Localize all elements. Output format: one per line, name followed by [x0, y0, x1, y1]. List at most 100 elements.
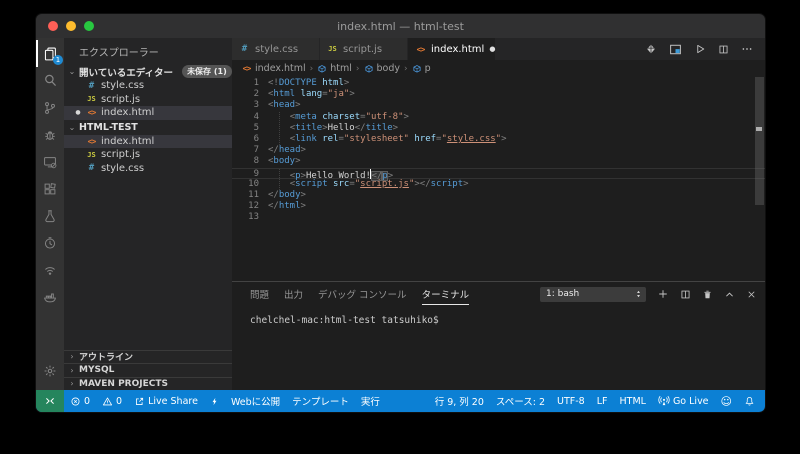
open-in-browser-button[interactable]: [669, 43, 682, 56]
activity-live-signal[interactable]: [36, 256, 64, 283]
sidebar-section-MAVEN PROJECTS[interactable]: ›MAVEN PROJECTS: [64, 377, 232, 391]
tree-item-script.js[interactable]: JSscript.js: [64, 148, 232, 162]
section-label: MAVEN PROJECTS: [79, 379, 168, 389]
breadcrumb-item-index.html[interactable]: <>index.html: [241, 63, 306, 74]
code-line-7[interactable]: 7</head>: [232, 145, 765, 156]
whale-icon: [43, 290, 57, 304]
file-label: style.css: [101, 163, 144, 174]
sidebar-title: エクスプローラー: [64, 38, 232, 64]
chevron-right-icon: ›: [68, 379, 76, 388]
activity-extensions[interactable]: [36, 175, 64, 202]
folder-header[interactable]: ⌄ HTML-TEST: [64, 120, 232, 135]
breadcrumb-item-p[interactable]: p: [412, 63, 431, 74]
file-label: script.js: [101, 94, 140, 105]
tab-script.js[interactable]: JSscript.js: [320, 38, 408, 60]
tab-style.css[interactable]: #style.css: [232, 38, 320, 60]
breadcrumb[interactable]: <>index.html›html›body›p: [232, 60, 765, 77]
activity-settings[interactable]: [36, 357, 64, 384]
status-indentation[interactable]: スペース: 2: [490, 390, 551, 412]
code-line-9[interactable]: 9 <p>Hello World!</p>: [232, 168, 765, 179]
maximize-panel-button[interactable]: [724, 289, 735, 300]
code-line-4[interactable]: 4 <meta charset="utf-8">: [232, 112, 765, 123]
panel-tab-debug-console[interactable]: デバッグ コンソール: [318, 284, 407, 304]
close-window-button[interactable]: [48, 21, 58, 31]
open-editors-header[interactable]: ⌄ 開いているエディター 未保存 (1): [64, 64, 232, 79]
open-editor-script.js[interactable]: JSscript.js: [64, 93, 232, 107]
title-bar[interactable]: index.html — html-test: [36, 14, 765, 38]
tab-label: index.html: [431, 44, 484, 55]
code-line-12[interactable]: 12</html>: [232, 201, 765, 212]
new-terminal-button[interactable]: [657, 288, 669, 300]
run-code-button[interactable]: [694, 43, 706, 55]
code-editor[interactable]: 1<!DOCTYPE html>2<html lang="ja">3<head>…: [232, 77, 765, 281]
status-problems-warnings[interactable]: 0: [96, 390, 128, 412]
window-title: index.html — html-test: [337, 20, 464, 33]
status-problems-errors[interactable]: 0: [64, 390, 96, 412]
panel-tab-terminal[interactable]: ターミナル: [422, 284, 470, 305]
tab-label: script.js: [343, 44, 382, 55]
status-encoding[interactable]: UTF-8: [551, 390, 591, 412]
split-terminal-button[interactable]: [680, 289, 691, 300]
css-file-icon: #: [86, 163, 97, 173]
line-content: <html lang="ja">: [268, 89, 355, 100]
tree-item-style.css[interactable]: # style.css: [64, 162, 232, 176]
panel-tab-output[interactable]: 出力: [284, 284, 303, 304]
kill-terminal-button[interactable]: [702, 289, 713, 300]
status-label: HTML: [620, 396, 646, 407]
status-language-mode[interactable]: HTML: [614, 390, 652, 412]
file-label: index.html: [101, 107, 154, 118]
code-line-13[interactable]: 13: [232, 212, 765, 223]
breadcrumb-item-html[interactable]: html: [317, 63, 352, 74]
code-line-8[interactable]: 8<body>: [232, 156, 765, 167]
activity-tests[interactable]: [36, 202, 64, 229]
shell-selector-dropdown[interactable]: 1: bash: [540, 287, 646, 302]
open-editor-style.css[interactable]: #style.css: [64, 79, 232, 93]
activity-search[interactable]: [36, 67, 64, 94]
activity-explorer[interactable]: 1: [36, 40, 64, 67]
code-line-6[interactable]: 6 <link rel="stylesheet" href="style.css…: [232, 134, 765, 145]
code-line-11[interactable]: 11</body>: [232, 190, 765, 201]
status-feedback[interactable]: ☺: [715, 390, 738, 412]
split-editor-button[interactable]: [718, 44, 729, 55]
terminal-output[interactable]: chelchel-mac:html-test tatsuhiko$: [232, 306, 765, 326]
status-go-live[interactable]: Go Live: [652, 390, 715, 412]
line-number: 4: [232, 112, 268, 123]
activity-timer[interactable]: [36, 229, 64, 256]
code-line-10[interactable]: 10 <script src="script.js"></script>: [232, 179, 765, 190]
status-live-share[interactable]: Live Share: [128, 390, 204, 412]
more-actions-button[interactable]: [741, 43, 753, 55]
zoom-window-button[interactable]: [84, 21, 94, 31]
code-line-3[interactable]: 3<head>: [232, 100, 765, 111]
activity-docker[interactable]: [36, 283, 64, 310]
open-preview-button[interactable]: [645, 43, 657, 55]
status-label: UTF-8: [557, 396, 585, 407]
status-cursor-position[interactable]: 行 9, 列 20: [429, 390, 490, 412]
status-eol[interactable]: LF: [591, 390, 614, 412]
line-number: 8: [232, 156, 268, 167]
code-line-2[interactable]: 2<html lang="ja">: [232, 89, 765, 100]
activity-source-control[interactable]: [36, 94, 64, 121]
minimize-window-button[interactable]: [66, 21, 76, 31]
status-publish-web[interactable]: Webに公開: [225, 390, 286, 412]
code-line-1[interactable]: 1<!DOCTYPE html>: [232, 78, 765, 89]
editor-scrollbar[interactable]: [755, 77, 764, 205]
status-notifications[interactable]: [738, 390, 761, 412]
remote-indicator[interactable]: [36, 390, 64, 412]
tree-item-index.html[interactable]: <>index.html: [64, 135, 232, 149]
chevron-down-icon: ⌄: [68, 67, 76, 76]
tab-index.html[interactable]: <>index.html●: [408, 38, 496, 60]
unsaved-badge: 未保存 (1): [182, 65, 232, 78]
panel-tab-problems[interactable]: 問題: [250, 284, 269, 304]
status-template[interactable]: テンプレート: [286, 390, 355, 412]
code-line-5[interactable]: 5 <title>Hello</title>: [232, 123, 765, 134]
activity-debug[interactable]: [36, 121, 64, 148]
sidebar-section-MYSQL[interactable]: ›MYSQL: [64, 363, 232, 377]
activity-remote-explorer[interactable]: [36, 148, 64, 175]
squares-icon: [43, 182, 57, 196]
open-editor-index.html[interactable]: ●<>index.html: [64, 106, 232, 120]
breadcrumb-item-body[interactable]: body: [364, 63, 401, 74]
status-publish-bolt[interactable]: [204, 390, 225, 412]
close-panel-button[interactable]: [746, 289, 757, 300]
sidebar-section-アウトライン[interactable]: ›アウトライン: [64, 350, 232, 364]
status-run[interactable]: 実行: [355, 390, 386, 412]
